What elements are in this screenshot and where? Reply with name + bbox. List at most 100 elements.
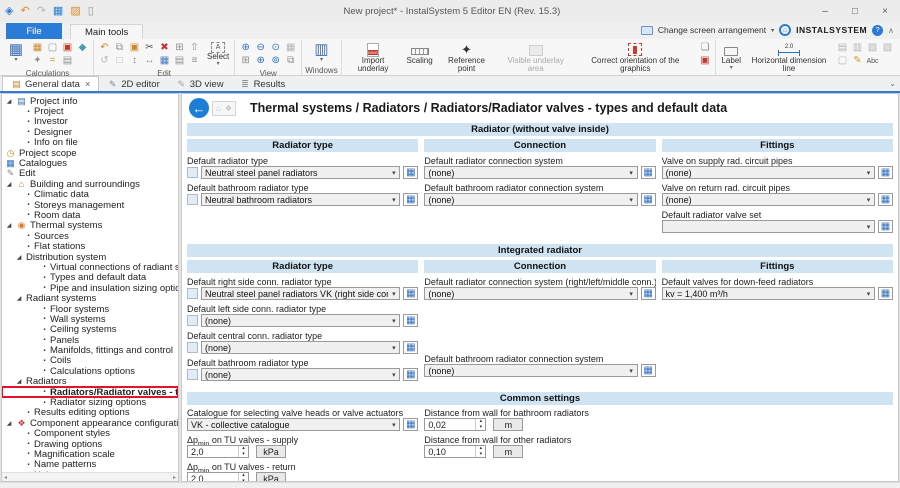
spinner-arrows-icon[interactable]: ▴▾ (238, 446, 248, 457)
pin-icon[interactable]: ⌂ (216, 104, 221, 113)
tree-item-designer[interactable]: ▪Designer (2, 127, 178, 137)
tree-item-info-on-file[interactable]: ▪Info on file (2, 138, 178, 148)
spinner-distance-from-wall-for-bathroom-radiators[interactable]: 0,02▴▾ (424, 418, 486, 431)
tree-item-component-appearance-configuration[interactable]: ◢❖Component appearance configuration (2, 418, 178, 428)
text-abc-icon[interactable]: Abc (865, 55, 880, 67)
tree-item-project-scope[interactable]: ◷Project scope (2, 148, 178, 158)
catalogue-button[interactable]: ▦ (403, 287, 418, 300)
catalogue-button[interactable]: ▦ (641, 166, 656, 179)
catalogue-button[interactable]: ▦ (403, 314, 418, 327)
tree-item-magnification-scale[interactable]: ▪Magnification scale (2, 449, 178, 459)
catalogue-button[interactable]: ▦ (403, 193, 418, 206)
calculations-button[interactable]: ▦ ▾ (5, 42, 27, 63)
dropdown-default-radiator-connection-system-right-l[interactable]: (none)▾ (424, 287, 637, 300)
expander-icon[interactable]: ◢ (15, 295, 23, 302)
expander-icon[interactable]: ◢ (5, 222, 13, 229)
maximize-button[interactable]: □ (840, 0, 870, 22)
dropdown-default-radiator-valve-set[interactable]: ▾ (662, 220, 875, 233)
tree-item-manifolds-fittings-and-control[interactable]: ▪Manifolds, fittings and control (2, 345, 178, 355)
tree-item-results-editing-options[interactable]: ▪Results editing options (2, 408, 178, 418)
tree-item-types-and-default-data[interactable]: ▪Types and default data (2, 273, 178, 283)
tree-item-ceiling-systems[interactable]: ▪Ceiling systems (2, 325, 178, 335)
move-up-icon[interactable]: ⇧ (187, 42, 202, 54)
tree-item-investor[interactable]: ▪Investor (2, 117, 178, 127)
select-button[interactable]: A Select ▾ (205, 42, 231, 67)
scroll-left-icon[interactable]: ◂ (4, 474, 7, 481)
help-icon[interactable]: ? (872, 25, 883, 36)
tree-item-distribution-system[interactable]: ◢Distribution system (2, 252, 178, 262)
dropdown-valve-on-supply-rad-circuit-pipes[interactable]: (none)▾ (662, 166, 875, 179)
unit-button[interactable]: m (493, 445, 523, 458)
tab-list-button[interactable]: ⌄ (889, 79, 896, 88)
underlay-list-icon[interactable]: ❏ (697, 42, 712, 54)
tree-item-storeys-management[interactable]: ▪Storeys management (2, 200, 178, 210)
tree-item-component-styles[interactable]: ▪Component styles (2, 429, 178, 439)
layers-icon[interactable]: ▤ (172, 55, 187, 67)
zoom-in-icon[interactable]: ⊕ (238, 42, 253, 54)
zoom-out-icon[interactable]: ⊖ (253, 42, 268, 54)
dropdown-catalogue-for-selecting-valve-heads-or-val[interactable]: VK - collective catalogue▾ (187, 418, 400, 431)
back-button[interactable]: ← (189, 98, 209, 118)
tree-item-coils[interactable]: ▪Coils (2, 356, 178, 366)
error-list-icon[interactable]: ▣ (60, 42, 75, 54)
expander-icon[interactable]: ◢ (5, 420, 13, 427)
tree-item-building-and-surroundings[interactable]: ◢⌂Building and surroundings (2, 179, 178, 189)
expander-icon[interactable]: ◢ (15, 254, 23, 261)
spinner-pmin-on-tu-valves-return[interactable]: 2,0▴▾ (187, 472, 249, 481)
catalogue-button[interactable]: ▦ (878, 166, 893, 179)
paste-icon[interactable]: ▣ (127, 42, 142, 54)
view-grid-icon[interactable]: ▦ (283, 42, 298, 54)
catalogue-button[interactable]: ▦ (403, 341, 418, 354)
tab-3d-view[interactable]: ✎3D view (168, 77, 232, 91)
flip-vertical-icon[interactable]: ↕ (127, 55, 142, 67)
graphic-rect-icon[interactable]: ▤ (835, 42, 850, 54)
reference-point-button[interactable]: ✦ Reference point (438, 42, 496, 74)
spinner-arrows-icon[interactable]: ▴▾ (475, 446, 485, 457)
dropdown-default-bathroom-radiator-connection-syste[interactable]: (none)▾ (424, 193, 637, 206)
spinner-arrows-icon[interactable]: ▴▾ (238, 473, 248, 481)
water-drop-icon[interactable]: ◆ (75, 42, 90, 54)
grid-icon[interactable]: ▦ (157, 55, 172, 67)
minimize-button[interactable]: – (810, 0, 840, 22)
tree-item-wall-systems[interactable]: ▪Wall systems (2, 314, 178, 324)
frame-icon[interactable]: □ (112, 55, 127, 67)
tree-item-floor-systems[interactable]: ▪Floor systems (2, 304, 178, 314)
import-underlay-button[interactable]: Import underlay (345, 42, 402, 74)
main-tools-tab[interactable]: Main tools (70, 24, 143, 39)
tree-item-virtual-connections-of-radiant-systems[interactable]: ▪Virtual connections of radiant systems (2, 262, 178, 272)
dropdown-default-central-conn-radiator-type[interactable]: (none)▾ (201, 341, 400, 354)
file-tab[interactable]: File (6, 23, 62, 39)
report-icon[interactable]: ▤ (60, 55, 75, 67)
dropdown-default-bathroom-radiator-type[interactable]: Neutral bathroom radiators▾ (201, 193, 400, 206)
dropdown-default-right-side-conn-radiator-type[interactable]: Neutral steel panel radiators VK (right … (201, 287, 400, 300)
tree-item-radiant-systems[interactable]: ◢Radiant systems (2, 293, 178, 303)
undo-icon[interactable]: ↶ (97, 42, 112, 54)
graphic-lines-icon[interactable]: ▥ (850, 42, 865, 54)
catalogue-button[interactable]: ▦ (878, 220, 893, 233)
align-icon[interactable]: ⊞ (172, 42, 187, 54)
pen-icon[interactable]: ✎ (850, 55, 865, 67)
spinner-pmin-on-tu-valves-supply[interactable]: 2,0▴▾ (187, 445, 249, 458)
catalogue-button[interactable]: ▦ (878, 193, 893, 206)
catalogue-button[interactable]: ▦ (878, 287, 893, 300)
undo-icon[interactable]: ↶ (20, 6, 29, 17)
unit-button[interactable]: kPa (256, 472, 286, 481)
redo-icon[interactable]: ↺ (97, 55, 112, 67)
expander-icon[interactable]: ◢ (5, 98, 13, 105)
tree-item-catalogues[interactable]: ▦Catalogues (2, 158, 178, 168)
tree-item-pipe-and-insulation-sizing-options[interactable]: ▪Pipe and insulation sizing options (2, 283, 178, 293)
unit-button[interactable]: kPa (256, 445, 286, 458)
catalogue-button[interactable]: ▦ (403, 418, 418, 431)
dropdown-valve-on-return-rad-circuit-pipes[interactable]: (none)▾ (662, 193, 875, 206)
expander-icon[interactable]: ◢ (5, 181, 13, 188)
cut-icon[interactable]: ✂ (142, 42, 157, 54)
tree-item-project-info[interactable]: ◢▤Project info (2, 96, 178, 106)
tree-item-thermal-systems[interactable]: ◢◉Thermal systems (2, 221, 178, 231)
horizontal-scrollbar[interactable]: ◂ ▸ (2, 472, 178, 481)
close-icon[interactable]: × (85, 79, 90, 89)
correct-orientation-button[interactable]: Correct orientation of the graphics (576, 42, 694, 74)
catalogue-button[interactable]: ▦ (641, 193, 656, 206)
catalogue-button[interactable]: ▦ (641, 364, 656, 377)
tab-general-data[interactable]: ▤General data× (2, 76, 99, 91)
duplicate-view-icon[interactable]: ⧉ (283, 55, 298, 67)
